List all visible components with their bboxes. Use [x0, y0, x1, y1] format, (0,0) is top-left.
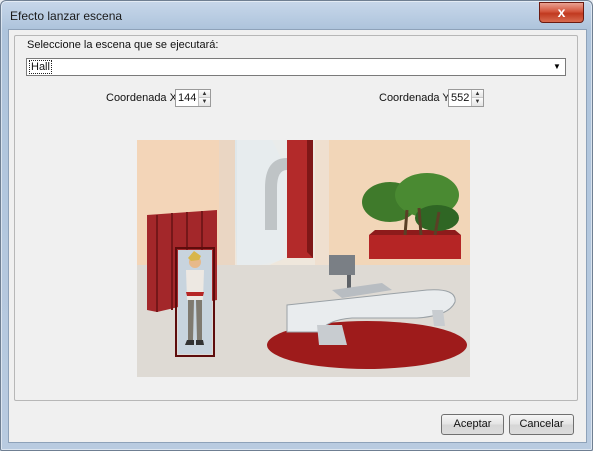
coord-y-up-icon[interactable]: ▲: [472, 90, 483, 98]
coord-x-value[interactable]: 144: [178, 92, 196, 104]
dialog-content: Seleccione la escena que se ejecutará: H…: [8, 29, 587, 443]
coord-x-down-icon[interactable]: ▼: [199, 98, 210, 106]
dialog-window: Efecto lanzar escena x Seleccione la esc…: [0, 0, 593, 451]
scene-group: Seleccione la escena que se ejecutará: H…: [14, 35, 578, 401]
coord-x-spinner[interactable]: 144 ▲ ▼: [175, 89, 211, 107]
coord-y-spinner[interactable]: 552 ▲ ▼: [448, 89, 484, 107]
chevron-down-icon[interactable]: ▼: [551, 61, 563, 73]
close-button[interactable]: x: [539, 2, 584, 23]
title-bar[interactable]: Efecto lanzar escena x: [1, 1, 592, 29]
scene-select-value: Hall: [29, 60, 52, 74]
coord-y-label: Coordenada Y: [379, 92, 450, 104]
coord-x-label: Coordenada X: [106, 92, 177, 104]
scene-preview-image: [137, 140, 470, 377]
accept-button[interactable]: Aceptar: [441, 414, 504, 435]
scene-group-label: Seleccione la escena que se ejecutará:: [25, 39, 221, 51]
coord-y-down-icon[interactable]: ▼: [472, 98, 483, 106]
coord-x-up-icon[interactable]: ▲: [199, 90, 210, 98]
scene-preview[interactable]: [137, 140, 470, 377]
window-title: Efecto lanzar escena: [10, 9, 123, 23]
scene-select[interactable]: Hall ▼: [26, 58, 566, 76]
cancel-button[interactable]: Cancelar: [509, 414, 574, 435]
close-icon: x: [557, 4, 566, 20]
coord-y-value[interactable]: 552: [451, 92, 469, 104]
